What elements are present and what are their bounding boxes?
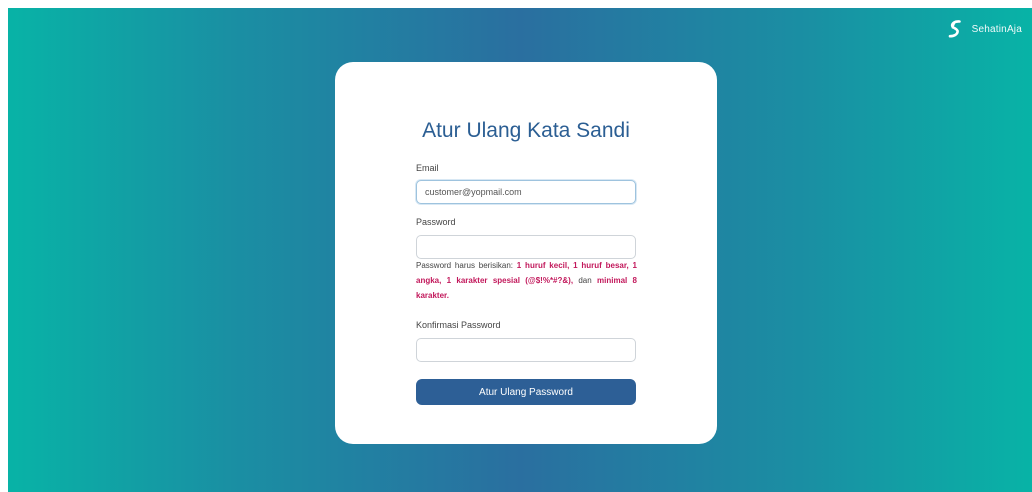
password-input[interactable]	[416, 235, 636, 259]
email-input[interactable]	[416, 180, 636, 204]
confirm-password-input[interactable]	[416, 338, 636, 362]
password-requirements-hint: Password harus berisikan: 1 huruf kecil,…	[416, 258, 637, 303]
reset-password-button[interactable]: Atur Ulang Password	[416, 379, 636, 405]
brand-name: SehatinAja	[971, 23, 1022, 35]
confirm-password-label: Konfirmasi Password	[416, 320, 501, 330]
page-title: Atur Ulang Kata Sandi	[422, 119, 630, 142]
s-logo-icon	[948, 20, 961, 38]
hint-prefix: Password harus berisikan:	[416, 261, 517, 270]
reset-password-card: Atur Ulang Kata Sandi Email Password Pas…	[335, 62, 717, 444]
brand[interactable]: SehatinAja	[948, 20, 1022, 38]
email-label: Email	[416, 163, 439, 173]
page-background: SehatinAja Atur Ulang Kata Sandi Email P…	[8, 8, 1032, 492]
hint-connector: dan	[573, 276, 598, 285]
password-label: Password	[416, 217, 456, 227]
